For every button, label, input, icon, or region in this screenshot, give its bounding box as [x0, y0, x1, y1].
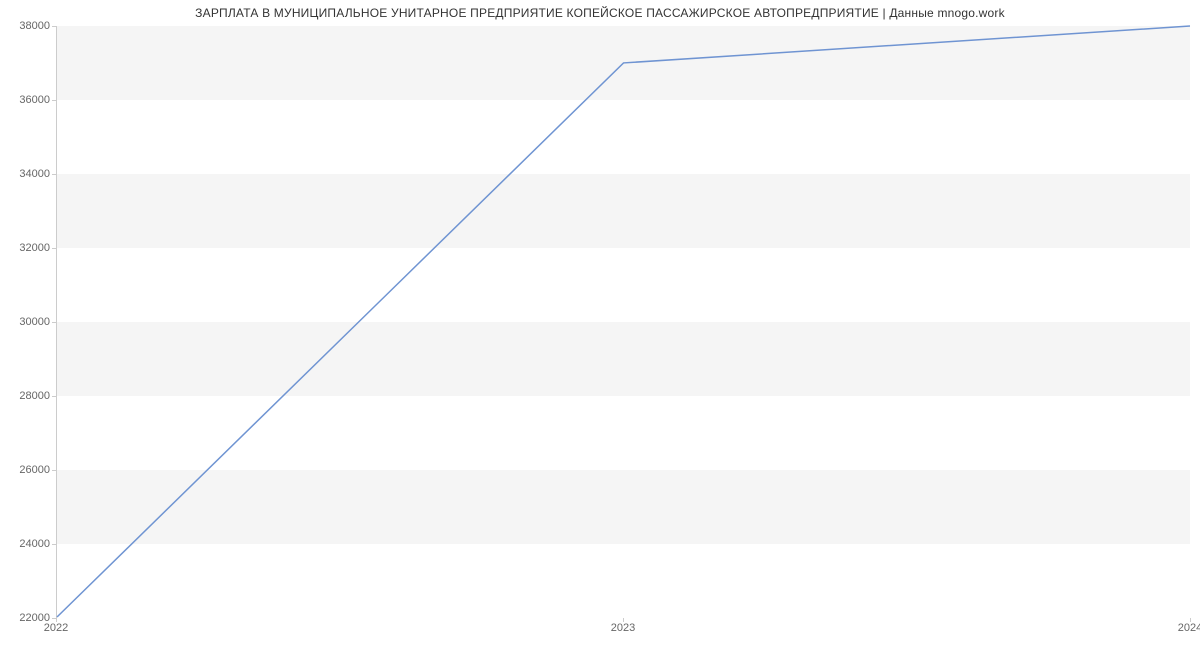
x-tick-mark: [56, 618, 57, 622]
series-line: [57, 26, 1190, 617]
x-tick-label: 2022: [44, 622, 68, 634]
y-tick-label: 34000: [6, 168, 50, 180]
y-tick-mark: [52, 248, 56, 249]
y-tick-mark: [52, 544, 56, 545]
x-tick-mark: [1190, 618, 1191, 622]
chart-title: ЗАРПЛАТА В МУНИЦИПАЛЬНОЕ УНИТАРНОЕ ПРЕДП…: [0, 6, 1200, 20]
y-tick-mark: [52, 174, 56, 175]
plot-area: [56, 26, 1190, 618]
y-tick-mark: [52, 470, 56, 471]
y-tick-label: 30000: [6, 316, 50, 328]
x-tick-label: 2024: [1178, 622, 1200, 634]
y-tick-mark: [52, 26, 56, 27]
y-tick-mark: [52, 396, 56, 397]
y-tick-label: 26000: [6, 464, 50, 476]
x-tick-mark: [623, 618, 624, 622]
x-tick-label: 2023: [611, 622, 635, 634]
y-tick-label: 38000: [6, 20, 50, 32]
salary-line-chart: ЗАРПЛАТА В МУНИЦИПАЛЬНОЕ УНИТАРНОЕ ПРЕДП…: [0, 0, 1200, 650]
y-tick-mark: [52, 100, 56, 101]
y-tick-mark: [52, 322, 56, 323]
y-tick-label: 36000: [6, 94, 50, 106]
line-series: [57, 26, 1190, 617]
y-tick-label: 28000: [6, 390, 50, 402]
y-tick-label: 24000: [6, 538, 50, 550]
y-tick-label: 32000: [6, 242, 50, 254]
